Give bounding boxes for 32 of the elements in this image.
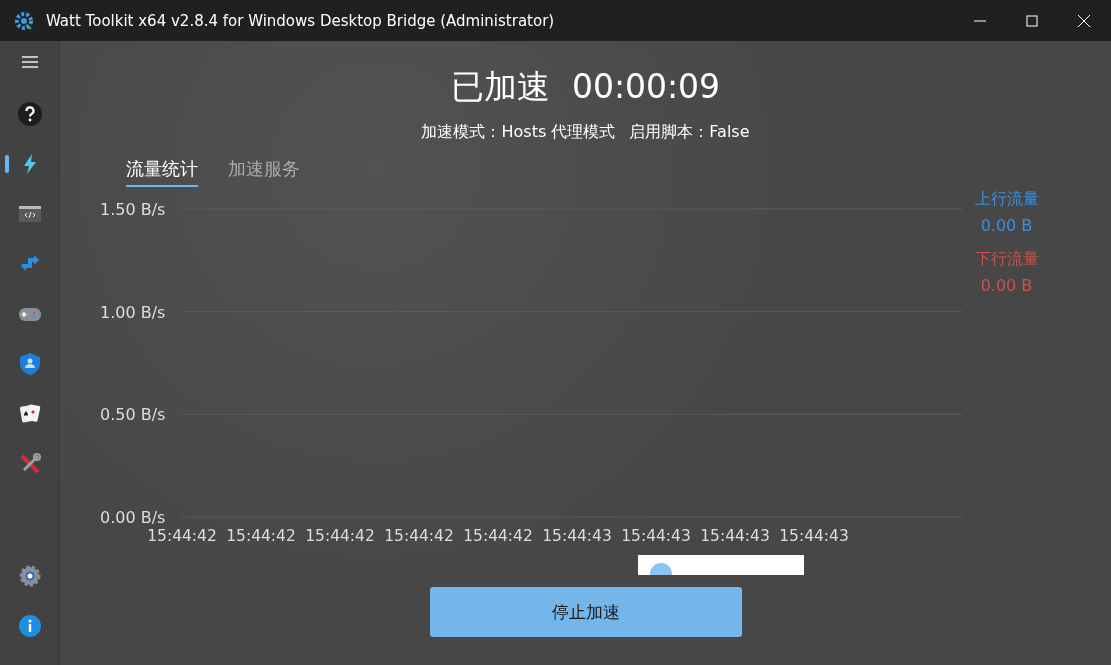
x-axis-label: 15:44:42 <box>462 527 533 545</box>
info-icon <box>17 614 42 638</box>
x-axis-label: 15:44:42 <box>304 527 375 545</box>
playing-cards-icon <box>17 402 42 426</box>
x-axis-label: 15:44:42 <box>146 527 217 545</box>
x-axis-label: 15:44:43 <box>778 527 849 545</box>
help-icon <box>17 102 42 126</box>
script-text: 启用脚本：False <box>629 122 750 143</box>
y-axis-label: 0.00 B/s <box>99 508 165 527</box>
legend-label: 下行流量 <box>974 249 1039 270</box>
app-logo-icon <box>14 10 34 31</box>
gear-icon <box>17 564 42 588</box>
x-axis-label: 15:44:42 <box>225 527 296 545</box>
menu-icon[interactable] <box>20 55 39 69</box>
window-title: Watt Toolkit x64 v2.8.4 for Windows Desktop Bridge (Administrator) <box>46 11 556 30</box>
y-axis-label: 1.00 B/s <box>99 302 165 322</box>
stop-button[interactable]: 停止加速 <box>429 587 742 637</box>
mode-text: 加速模式：Hosts 代理模式 <box>421 122 616 143</box>
y-axis-label: 1.50 B/s <box>99 200 165 219</box>
shield-user-icon <box>17 352 42 376</box>
x-axis-label: 15:44:43 <box>541 527 612 545</box>
tab[interactable]: 加速服务 <box>228 157 300 187</box>
elapsed-time: 00:00:09 <box>571 67 721 106</box>
legend-value: 0.00 B <box>980 216 1033 235</box>
legend-value: 0.00 B <box>980 276 1033 295</box>
x-axis-label: 15:44:43 <box>620 527 691 545</box>
status-label: 已加速 <box>450 66 550 108</box>
x-axis-label: 15:44:42 <box>383 527 454 545</box>
tab[interactable]: 流量统计 <box>126 157 198 187</box>
y-axis-label: 0.50 B/s <box>99 405 165 425</box>
x-axis-label: 15:44:43 <box>699 527 770 545</box>
legend-label: 上行流量 <box>974 189 1039 210</box>
